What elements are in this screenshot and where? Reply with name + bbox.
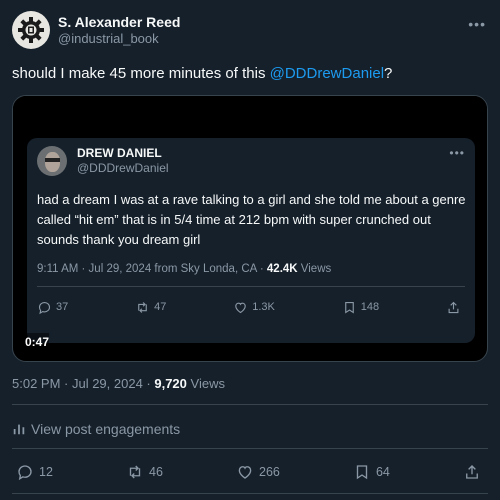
divider — [12, 493, 488, 494]
repost-icon — [138, 301, 147, 313]
author-handle[interactable]: @industrial_book — [58, 31, 180, 47]
reply-count: 12 — [39, 465, 53, 479]
embedded-meta-prefix: 9:11 AM · Jul 29, 2024 from Sky Londa, C… — [37, 263, 267, 275]
embedded-more-icon: ••• — [449, 146, 465, 160]
heart-icon — [235, 302, 247, 313]
embedded-tweet-text: had a dream I was at a rave talking to a… — [37, 192, 466, 247]
embedded-display-name: DREW DANIEL — [77, 146, 162, 160]
embedded-reply-count: 37 — [56, 301, 69, 313]
bookmark-button[interactable]: 64 — [353, 463, 390, 481]
share-button[interactable] — [463, 463, 486, 481]
embedded-tweet-header: DREW DANIEL @DDDrewDaniel — [37, 146, 169, 176]
author-names: S. Alexander Reed @industrial_book — [58, 14, 180, 47]
bookmark-icon — [356, 465, 368, 480]
embedded-views-count: 42.4K — [266, 263, 298, 275]
tweet-text-after: ? — [384, 65, 393, 82]
reply-button[interactable]: 12 — [16, 463, 53, 481]
tweet-text: should I make 45 more minutes of this @D… — [12, 64, 392, 84]
mention-link[interactable]: @DDDrewDaniel — [270, 65, 384, 82]
divider — [12, 404, 488, 405]
bookmark-count: 64 — [375, 465, 390, 479]
view-engagements-link[interactable]: View post engagements — [12, 421, 180, 437]
embedded-share — [446, 300, 465, 315]
reply-icon — [38, 301, 51, 314]
heart-icon — [238, 466, 252, 479]
embedded-tweet-card: DREW DANIEL @DDDrewDaniel ••• had a drea… — [27, 138, 475, 343]
embedded-like-count: 1.3K — [252, 301, 275, 313]
embedded-action-bar: 37 47 1.3K 148 — [37, 298, 465, 316]
repost-icon — [129, 465, 141, 479]
avatar-face — [45, 152, 60, 172]
tweet: S. Alexander Reed @industrial_book ••• s… — [0, 0, 500, 500]
like-button[interactable]: 266 — [236, 463, 280, 481]
author-display-name[interactable]: S. Alexander Reed — [58, 14, 180, 31]
embedded-repost: 47 — [135, 300, 166, 315]
gear-logo-icon — [18, 17, 44, 43]
embedded-handle: @DDDrewDaniel — [77, 161, 169, 175]
reply-icon — [18, 465, 32, 481]
views-label: Views — [186, 376, 225, 391]
tweet-meta: 5:02 PM · Jul 29, 2024 · 9,720 Views — [12, 376, 225, 391]
view-engagements-label: View post engagements — [31, 421, 181, 437]
avatar-glasses — [45, 158, 60, 162]
embedded-video[interactable]: DREW DANIEL @DDDrewDaniel ••• had a drea… — [12, 95, 488, 362]
divider — [12, 448, 488, 449]
embedded-like: 1.3K — [233, 300, 275, 315]
meta-prefix[interactable]: 5:02 PM · Jul 29, 2024 · — [12, 376, 154, 391]
embedded-views-label: Views — [297, 263, 332, 275]
tweet-header: S. Alexander Reed @industrial_book — [12, 11, 180, 49]
share-icon — [466, 465, 478, 479]
tweet-text-before: should I make 45 more minutes of this — [12, 65, 270, 82]
action-bar: 12 46 266 64 — [16, 462, 486, 482]
views-count: 9,720 — [154, 376, 187, 391]
embedded-tweet-meta: 9:11 AM · Jul 29, 2024 from Sky Londa, C… — [37, 263, 331, 275]
like-count: 266 — [259, 465, 280, 479]
repost-count: 46 — [149, 465, 163, 479]
embedded-bookmark-count: 148 — [360, 301, 380, 313]
embedded-repost-count: 47 — [154, 301, 167, 313]
repost-button[interactable]: 46 — [126, 463, 163, 481]
analytics-icon — [13, 424, 25, 435]
video-timestamp: 0:47 — [25, 333, 50, 351]
embedded-bookmark: 148 — [342, 300, 379, 315]
more-icon[interactable]: ••• — [468, 16, 486, 32]
embedded-avatar — [37, 146, 67, 176]
share-icon — [448, 301, 459, 313]
bookmark-icon — [344, 301, 354, 314]
embedded-author-names: DREW DANIEL @DDDrewDaniel — [77, 146, 169, 176]
video-top-bar — [13, 96, 487, 130]
embedded-reply: 37 — [37, 300, 68, 315]
divider — [37, 286, 465, 287]
avatar[interactable] — [12, 11, 50, 49]
